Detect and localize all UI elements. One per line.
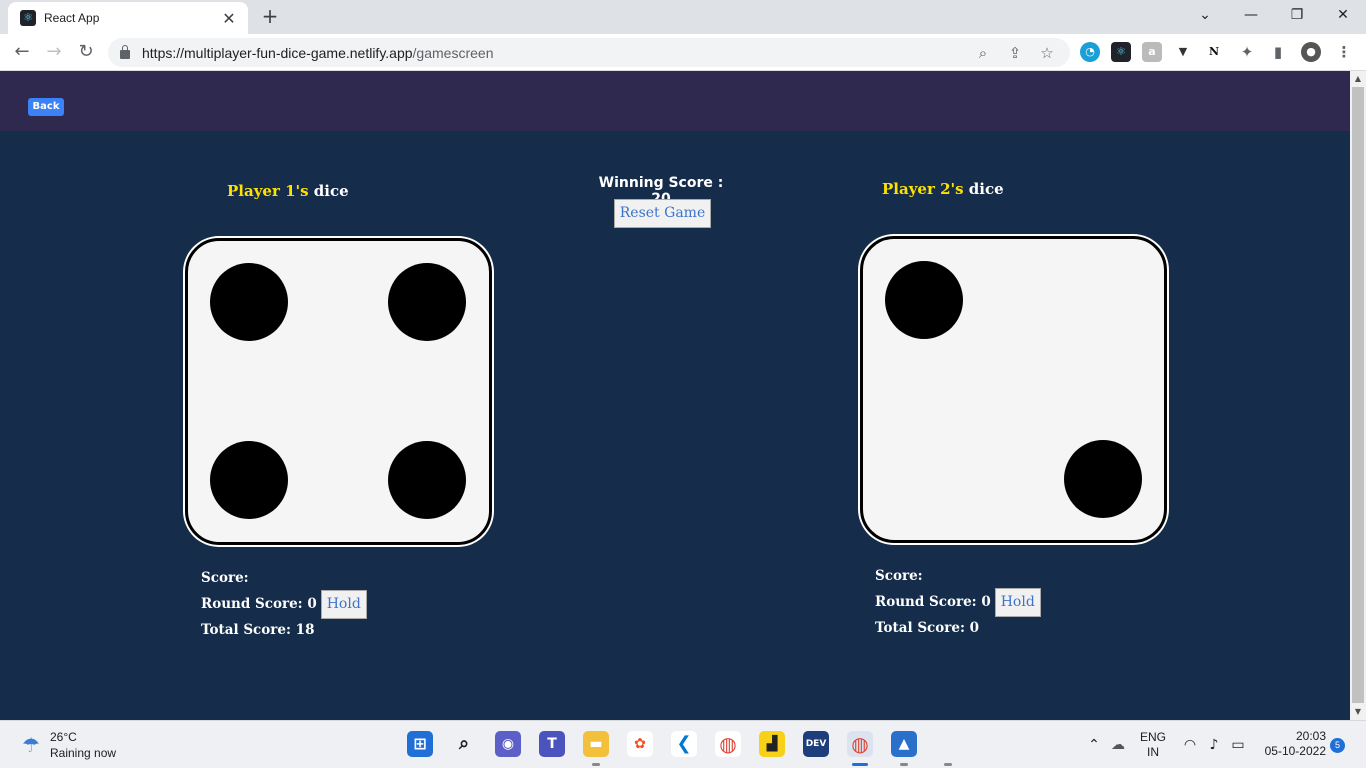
dev-app-icon[interactable]: DEV — [803, 731, 829, 757]
photos-icon[interactable]: ▲ — [891, 731, 917, 757]
player1-name: Player 1's — [227, 182, 309, 200]
app-running-indicator — [592, 763, 600, 766]
umbrella-rain-icon: ☂ — [22, 733, 40, 757]
windows-start-icon[interactable]: ⊞ — [407, 731, 433, 757]
menu-kebab-icon[interactable]: ⋮ — [1334, 42, 1354, 62]
game-screen: Back Player 1's dice Score: Round Score:… — [0, 71, 1350, 720]
file-explorer-icon[interactable]: ▬ — [583, 731, 609, 757]
weather-desc: Raining now — [50, 746, 117, 760]
chrome-active-icon[interactable]: ◍ — [847, 731, 873, 757]
weather-temp: 26°C — [50, 730, 77, 744]
notion-extension-icon[interactable]: N — [1204, 42, 1224, 62]
lock-icon — [120, 45, 130, 59]
die-pip — [388, 263, 466, 341]
die-pip — [388, 441, 466, 519]
figma-icon[interactable]: ✿ — [627, 731, 653, 757]
scroll-up-icon[interactable]: ▲ — [1350, 71, 1366, 87]
player1-dice-word: dice — [313, 182, 349, 200]
onedrive-cloud-icon[interactable]: ☁ — [1108, 735, 1128, 755]
die-pip — [210, 263, 288, 341]
player1-die[interactable] — [185, 238, 492, 545]
die-pip — [210, 441, 288, 519]
browser-tab[interactable]: ⚛ React App ✕ — [8, 2, 248, 34]
scroll-thumb[interactable] — [1352, 87, 1364, 703]
tab-title: React App — [44, 11, 100, 25]
player1-hold-button[interactable]: Hold — [320, 589, 367, 619]
clock[interactable]: 20:03 05-10-2022 — [1258, 729, 1326, 759]
player2-die[interactable] — [860, 236, 1167, 543]
reload-icon[interactable]: ↻ — [74, 40, 98, 64]
sticky-notes-icon[interactable]: ▟ — [759, 731, 785, 757]
windows-taskbar: ☂ 26°C Raining now ⊞ ⌕ ◉ T ▬ ✿ ❮ ◍ ▟ DEV… — [0, 720, 1366, 768]
side-panel-icon[interactable]: ▮ — [1268, 42, 1288, 62]
wifi-icon[interactable]: ◠ — [1180, 735, 1200, 755]
tab-strip: ⚛ React App ✕ + ⌄ — ❐ ✕ — [0, 0, 1366, 34]
weather-widget[interactable]: ☂ 26°C Raining now — [18, 729, 116, 761]
react-favicon-icon: ⚛ — [20, 10, 36, 26]
extensions-puzzle-icon[interactable]: ✦ — [1237, 42, 1257, 62]
minimize-button[interactable]: — — [1228, 4, 1274, 28]
player2-dice-word: dice — [968, 180, 1004, 198]
app-running-indicator — [900, 763, 908, 766]
react-devtools-icon[interactable]: ⚛ — [1111, 42, 1131, 62]
back-button[interactable]: Back — [28, 98, 64, 116]
vscode-icon[interactable]: ❮ — [671, 731, 697, 757]
player2-round-score: Round Score: 0 — [875, 594, 991, 610]
zoom-icon[interactable]: ⌕ — [972, 42, 994, 64]
page-scrollbar[interactable]: ▲ ▼ — [1350, 71, 1366, 720]
app-active-indicator — [852, 763, 868, 766]
address-bar[interactable]: https://multiplayer-fun-dice-game.netlif… — [108, 38, 1070, 67]
back-arrow-icon[interactable]: ← — [10, 40, 34, 64]
app-running-indicator — [944, 763, 952, 766]
player2-stats: Score: Round Score: 0 Hold Total Score: … — [875, 563, 1041, 641]
volume-icon[interactable]: ♪ — [1204, 735, 1224, 755]
tab-search-button[interactable]: ⌄ — [1182, 4, 1228, 28]
battery-icon[interactable]: ▭ — [1228, 735, 1248, 755]
profile-avatar-icon[interactable]: ● — [1301, 42, 1321, 62]
player1-score-label: Score: — [201, 570, 249, 586]
browser-toolbar: ← → ↻ https://multiplayer-fun-dice-game.… — [0, 34, 1366, 71]
player1-round-score: Round Score: 0 — [201, 596, 317, 612]
notification-badge[interactable]: 5 — [1330, 738, 1345, 753]
reset-game-button[interactable]: Reset Game — [614, 199, 711, 228]
player2-name: Player 2's — [882, 180, 964, 198]
chrome-icon[interactable]: ◍ — [715, 731, 741, 757]
forward-arrow-icon[interactable]: → — [42, 40, 66, 64]
show-hidden-icons-chevron-icon[interactable]: ⌃ — [1084, 735, 1104, 755]
player2-total-score: Total Score: 0 — [875, 620, 980, 636]
maximize-button[interactable]: ❐ — [1274, 4, 1320, 28]
bookmark-star-icon[interactable]: ☆ — [1036, 42, 1058, 64]
close-tab-icon[interactable]: ✕ — [220, 9, 238, 28]
page-header: Back — [0, 71, 1350, 131]
url-text: https://multiplayer-fun-dice-game.netlif… — [142, 44, 494, 61]
meet-chat-icon[interactable]: ◉ — [495, 731, 521, 757]
player1-stats: Score: Round Score: 0 Hold Total Score: … — [201, 565, 367, 643]
player1-total-score: Total Score: 18 — [201, 622, 315, 638]
player2-score-label: Score: — [875, 568, 923, 584]
language-indicator[interactable]: ENG IN — [1136, 730, 1170, 760]
share-icon[interactable]: ⇪ — [1004, 42, 1026, 64]
player2-title: Player 2's dice — [882, 180, 1004, 198]
die-pip — [885, 261, 963, 339]
extension-tracker-icon[interactable]: ◔ — [1080, 42, 1100, 62]
scroll-down-icon[interactable]: ▼ — [1350, 704, 1366, 720]
new-tab-button[interactable]: + — [258, 5, 282, 29]
player2-hold-button[interactable]: Hold — [994, 587, 1041, 617]
extension-grey-icon[interactable]: a — [1142, 42, 1162, 62]
pocket-icon[interactable]: ▼ — [1173, 42, 1193, 62]
player1-title: Player 1's dice — [227, 182, 349, 200]
search-icon[interactable]: ⌕ — [451, 731, 477, 757]
die-pip — [1064, 440, 1142, 518]
close-window-button[interactable]: ✕ — [1320, 4, 1366, 28]
teams-icon[interactable]: T — [539, 731, 565, 757]
